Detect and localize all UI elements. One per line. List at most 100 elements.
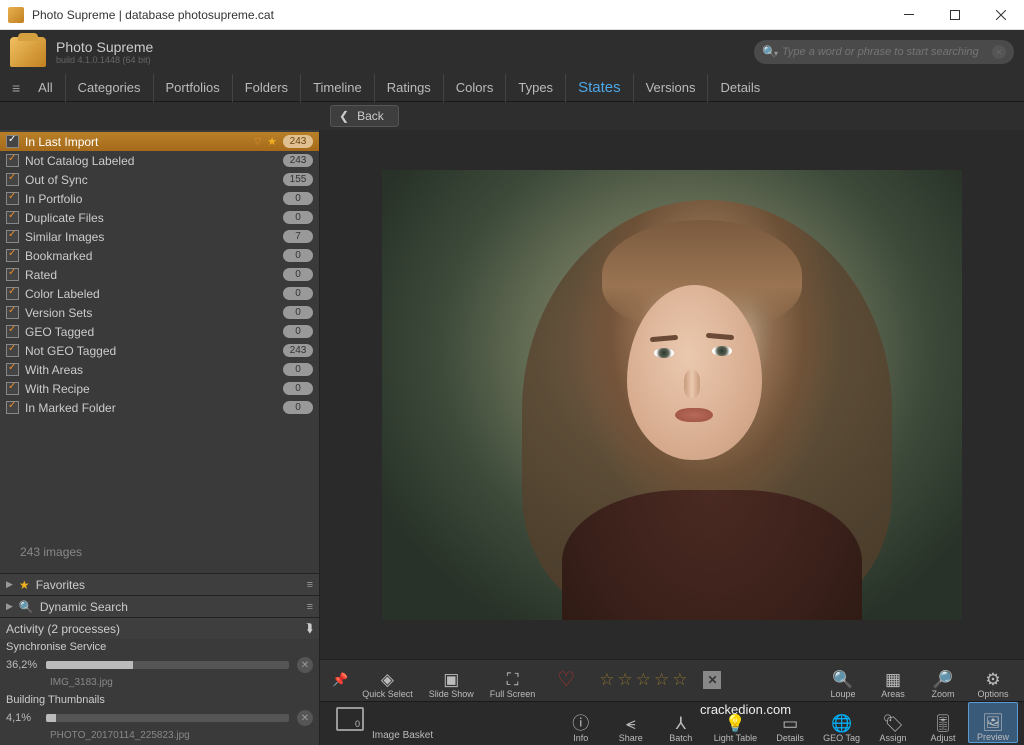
count-badge: 0 bbox=[283, 363, 313, 376]
tab-portfolios[interactable]: Portfolios bbox=[153, 74, 232, 102]
checkbox-icon[interactable] bbox=[6, 401, 19, 414]
options-button[interactable]: ⚙ Options bbox=[968, 660, 1018, 699]
batch-icon: ⅄ bbox=[676, 715, 686, 732]
areas-button[interactable]: ▦ Areas bbox=[868, 660, 918, 699]
state-item[interactable]: Not GEO Tagged243 bbox=[0, 341, 319, 360]
photo-viewport[interactable] bbox=[320, 130, 1024, 659]
state-item[interactable]: In Last Import▽★243 bbox=[0, 132, 319, 151]
checkbox-icon[interactable] bbox=[6, 211, 19, 224]
state-item[interactable]: With Areas0 bbox=[0, 360, 319, 379]
state-item[interactable]: In Portfolio0 bbox=[0, 189, 319, 208]
preview-button[interactable]: 🖼 Preview bbox=[968, 702, 1018, 743]
state-item[interactable]: Out of Sync155 bbox=[0, 170, 319, 189]
state-label: In Portfolio bbox=[25, 192, 277, 206]
cancel-job-button[interactable]: ✕ bbox=[297, 710, 313, 726]
tab-timeline[interactable]: Timeline bbox=[300, 74, 374, 102]
checkbox-icon[interactable] bbox=[6, 325, 19, 338]
tab-types[interactable]: Types bbox=[505, 74, 565, 102]
back-bar: ❮ Back bbox=[0, 102, 1024, 130]
panel-menu-icon[interactable]: ≡ bbox=[307, 579, 313, 591]
checkbox-icon[interactable] bbox=[6, 192, 19, 205]
dynamic-search-panel[interactable]: ▶ 🔍 Dynamic Search ≡ bbox=[0, 595, 319, 617]
maximize-button[interactable] bbox=[932, 0, 978, 30]
panel-menu-icon[interactable]: ≡ bbox=[307, 601, 313, 613]
tab-ratings[interactable]: Ratings bbox=[374, 74, 443, 102]
tab-categories[interactable]: Categories bbox=[65, 74, 153, 102]
state-label: In Marked Folder bbox=[25, 401, 277, 415]
state-item[interactable]: Version Sets0 bbox=[0, 303, 319, 322]
tab-states[interactable]: States bbox=[565, 74, 633, 102]
checkbox-icon[interactable] bbox=[6, 287, 19, 300]
tab-colors[interactable]: Colors bbox=[443, 74, 506, 102]
minimize-button[interactable] bbox=[886, 0, 932, 30]
share-button[interactable]: ⪪ Share bbox=[606, 702, 656, 743]
batch-button[interactable]: ⅄ Batch bbox=[656, 702, 706, 743]
checkbox-icon[interactable] bbox=[6, 230, 19, 243]
count-badge: 0 bbox=[283, 382, 313, 395]
quick-select-button[interactable]: ◈ Quick Select bbox=[354, 660, 421, 699]
tab-details[interactable]: Details bbox=[707, 74, 772, 102]
state-item[interactable]: With Recipe0 bbox=[0, 379, 319, 398]
close-button[interactable] bbox=[978, 0, 1024, 30]
clear-search-button[interactable]: ✕ bbox=[992, 45, 1006, 59]
image-count: 243 images bbox=[0, 531, 319, 573]
activity-job: Synchronise Service36,2%✕IMG_3183.jpg bbox=[0, 639, 319, 692]
job-percent: 4,1% bbox=[6, 712, 38, 724]
state-item[interactable]: In Marked Folder0 bbox=[0, 398, 319, 417]
checkbox-icon[interactable] bbox=[6, 382, 19, 395]
assign-button[interactable]: 🏷 Assign bbox=[868, 702, 918, 743]
checkbox-icon[interactable] bbox=[6, 268, 19, 281]
state-item[interactable]: Rated0 bbox=[0, 265, 319, 284]
info-button[interactable]: ⓘ Info bbox=[556, 702, 606, 743]
cancel-job-button[interactable]: ✕ bbox=[297, 657, 313, 673]
adjust-button[interactable]: 🎚 Adjust bbox=[918, 702, 968, 743]
checkbox-icon[interactable] bbox=[6, 173, 19, 186]
star-icon[interactable]: ☆ bbox=[636, 670, 651, 690]
clear-rating-button[interactable]: ✕ bbox=[703, 671, 721, 689]
count-badge: 155 bbox=[283, 173, 313, 186]
activity-header[interactable]: Activity (2 processes) ⮯ bbox=[0, 617, 319, 639]
star-icon[interactable]: ☆ bbox=[599, 670, 614, 690]
favorites-panel[interactable]: ▶ ★ Favorites ≡ bbox=[0, 573, 319, 595]
favorite-heart-icon[interactable]: ♡ bbox=[543, 667, 589, 692]
checkbox-icon[interactable] bbox=[6, 249, 19, 262]
menu-icon[interactable]: ≡ bbox=[6, 80, 26, 96]
quick-select-icon: ◈ bbox=[381, 671, 394, 688]
checkbox-icon[interactable] bbox=[6, 154, 19, 167]
state-item[interactable]: Bookmarked0 bbox=[0, 246, 319, 265]
back-button[interactable]: ❮ Back bbox=[330, 105, 399, 127]
geo-tag-button[interactable]: 🌐 GEO Tag bbox=[815, 702, 868, 743]
star-icon[interactable]: ☆ bbox=[672, 670, 687, 690]
checkbox-icon[interactable] bbox=[6, 135, 19, 148]
checkbox-icon[interactable] bbox=[6, 306, 19, 319]
zoom-icon: 🔎 bbox=[932, 671, 953, 688]
checkbox-icon[interactable] bbox=[6, 344, 19, 357]
activity-menu-icon[interactable]: ⮯ bbox=[306, 621, 313, 636]
state-label: Version Sets bbox=[25, 306, 277, 320]
state-item[interactable]: Color Labeled0 bbox=[0, 284, 319, 303]
tab-versions[interactable]: Versions bbox=[633, 74, 708, 102]
state-item[interactable]: Not Catalog Labeled243 bbox=[0, 151, 319, 170]
image-basket-button[interactable]: Image Basket bbox=[326, 702, 443, 743]
pin-icon[interactable]: 📌 bbox=[326, 672, 354, 688]
job-title: Synchronise Service bbox=[6, 641, 313, 653]
star-icon[interactable]: ☆ bbox=[654, 670, 669, 690]
checkbox-icon[interactable] bbox=[6, 363, 19, 376]
state-item[interactable]: Similar Images7 bbox=[0, 227, 319, 246]
tab-all[interactable]: All bbox=[26, 74, 64, 102]
full-screen-button[interactable]: ⛶ Full Screen bbox=[482, 660, 544, 699]
search-dropdown-icon[interactable]: ▾ bbox=[774, 49, 778, 58]
state-item[interactable]: GEO Tagged0 bbox=[0, 322, 319, 341]
search-input[interactable] bbox=[754, 40, 1014, 64]
state-item[interactable]: Duplicate Files0 bbox=[0, 208, 319, 227]
slide-show-button[interactable]: ▣ Slide Show bbox=[421, 660, 482, 699]
tab-folders[interactable]: Folders bbox=[232, 74, 300, 102]
rating-stars[interactable]: ☆☆☆☆☆ bbox=[589, 670, 697, 690]
count-badge: 7 bbox=[283, 230, 313, 243]
zoom-button[interactable]: 🔎 Zoom bbox=[918, 660, 968, 699]
viewer-toolbar-1: 📌 ◈ Quick Select ▣ Slide Show ⛶ Full Scr… bbox=[320, 659, 1024, 701]
chevron-down-icon[interactable]: ▽ bbox=[254, 136, 261, 147]
star-icon[interactable]: ☆ bbox=[617, 670, 632, 690]
loupe-button[interactable]: 🔍 Loupe bbox=[818, 660, 868, 699]
activity-label: Activity (2 processes) bbox=[6, 622, 306, 636]
